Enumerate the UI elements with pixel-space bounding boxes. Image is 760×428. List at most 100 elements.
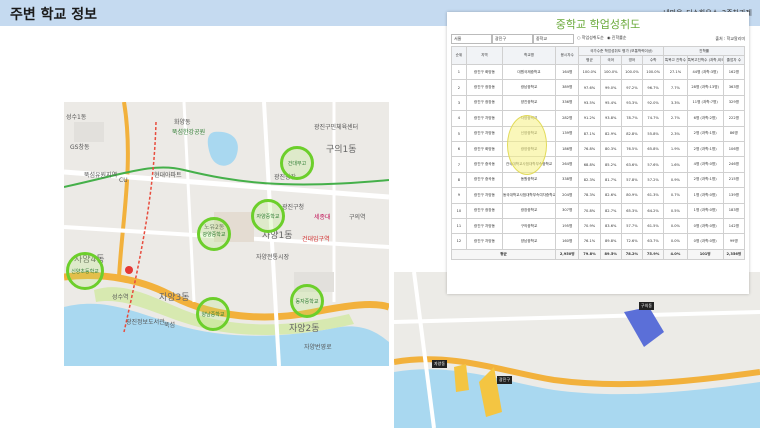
table-cell: 4 (451, 110, 467, 127)
map-label: 뚝섬한강공원 (172, 129, 206, 136)
table-cell: 61.5% (642, 217, 665, 235)
table-cell: 96.7% (642, 79, 665, 96)
table-cell: 85.2% (599, 156, 622, 173)
table-row[interactable]: 8 광진구 중곡동 동원중학교 338명 82.3% 81.7% 57.8% 57.2% 0.9… (451, 171, 746, 189)
table-cell: 81.7% (599, 171, 622, 189)
table-cell: 72.6% (620, 233, 644, 250)
table-cell: 100.0% (620, 63, 644, 81)
table-cell: 100.0% (599, 63, 622, 81)
table-cell: 139명 (722, 187, 746, 204)
table-cell: 6 (451, 140, 467, 158)
table-row[interactable]: 7광진구 중곡동건국대학교사범대학부속중학교264명68.8%85.2%63.6… (451, 156, 746, 173)
table-cell: 100.0% (642, 63, 665, 81)
table-cell: 광진구 중곡동 (465, 171, 503, 189)
table-cell: 87.1% (578, 125, 601, 142)
table-cell: 93.5% (578, 94, 601, 112)
col-header[interactable]: 순위 (451, 46, 467, 65)
table-cell: 264명 (555, 156, 580, 173)
school-marker[interactable]: 신양초등학교 (66, 252, 104, 290)
school-label: 동자중학교 (295, 299, 319, 306)
col-header[interactable]: 수학 (642, 55, 665, 65)
radio-advance[interactable]: ◉ 진학률순 (607, 35, 627, 41)
table-cell: 93.8% (599, 110, 622, 127)
table-cell: 57.8% (620, 171, 644, 189)
footer-cell: 75.9% (642, 248, 665, 260)
district-select[interactable]: 광진구 (492, 34, 533, 44)
map-marker[interactable]: 구의동 (639, 302, 655, 310)
table-cell: 164명 (555, 63, 580, 81)
school-marker[interactable]: 자양중학교 (251, 199, 285, 233)
table-cell: 338명 (555, 171, 580, 189)
city-select[interactable]: 서울 (451, 34, 492, 44)
table-cell: 363명 (722, 79, 746, 96)
table-row[interactable]: 3 광진구 광장동 양진중학교 336명 93.5% 95.4% 93.3% 92.0% 3.3… (451, 94, 746, 112)
table-cell: 동국대학교사범대학부속여자중학교 (501, 187, 557, 204)
table-cell: 95.4% (599, 94, 622, 112)
table-cell: 68.8% (578, 156, 601, 173)
table-cell: 3 (451, 94, 467, 112)
right-map[interactable]: 자양동 광진구 구의동 (394, 272, 760, 428)
school-marker[interactable]: 동자중학교 (290, 284, 324, 318)
table-cell: 1.9% (663, 140, 688, 158)
col-header[interactable]: 졸업자 수 (722, 55, 746, 65)
left-map[interactable]: 성수1동 GS창동 뚝섬유원지역 화양동 뚝섬한강공원 CU 현대아파트 성수역… (64, 102, 389, 366)
table-cell: 9 (451, 187, 467, 204)
table-cell: 대원국제중학교 (501, 63, 557, 81)
footer-cell: 101명 (686, 248, 724, 260)
table-cell: 2 (451, 79, 467, 96)
map-marker[interactable]: 광진구 (497, 376, 513, 384)
table-row[interactable]: 5광진구 자양동신양중학교139명87.1%82.9%82.8%55.8%2.3… (451, 125, 746, 142)
table-row[interactable]: 2 광진구 광장동 광남중학교 389명 97.6% 99.0% 97.2% 96.7% 7.7… (451, 79, 746, 96)
map-marker[interactable]: 자양동 (432, 360, 448, 368)
table-row[interactable]: 11 광진구 자양동 구의중학교 195명 70.9% 83.6% 57.7% 61.5% 0.… (451, 217, 746, 235)
table-cell: 142명 (722, 217, 746, 235)
school-type-select[interactable]: 중학교 (533, 34, 574, 44)
map-label: 자양전통시장 (256, 254, 290, 261)
map-label: 자양번영로 (304, 344, 332, 351)
col-header[interactable]: 영어 (620, 55, 644, 65)
table-cell: 광진구 광장동 (465, 202, 503, 219)
table-cell: 76.1% (578, 233, 601, 250)
col-header[interactable]: 특목고진학수 (과학,외국어,국제고) (686, 55, 724, 65)
table-cell: 78.3% (578, 187, 601, 204)
map-label: 광진정보도서관 (126, 319, 165, 326)
group-header: 진학률 (663, 46, 745, 56)
map-label: 자양3동 (159, 293, 190, 303)
col-header[interactable]: 지역 (465, 46, 503, 65)
table-cell: 광남중학교 (501, 79, 557, 96)
table-cell: 57.6% (642, 156, 665, 173)
table-cell: 7.7% (663, 79, 688, 96)
table-cell: 86명 (722, 125, 746, 142)
table-row[interactable]: 10 광진구 광장동 광장중학교 307명 70.8% 82.7% 65.3% 64.2% 0.… (451, 202, 746, 219)
table-cell: 106명 (722, 140, 746, 158)
table-row[interactable]: 9 광진구 자양동 동국대학교사범대학부속여자중학교 204명 78.3% 82.6% 80… (451, 187, 746, 204)
table-cell: 55.8% (642, 125, 665, 142)
radio-achievement[interactable]: ○ 학업성취도순 (577, 35, 604, 41)
table-cell: 0.7% (663, 187, 688, 204)
school-marker[interactable]: 건대부고 (280, 146, 314, 180)
table-cell: 8 (451, 171, 467, 189)
col-header[interactable]: 학교명 (501, 46, 557, 65)
table-cell: 0.0% (663, 217, 688, 235)
table-row[interactable]: 1 광진구 화양동 대원국제중학교 164명 100.0% 100.0% 100.0% 100… (451, 63, 746, 81)
table-cell: 82.7% (599, 202, 622, 219)
table-cell: 70.8% (578, 202, 601, 219)
table-cell: 44명 (과학:3명) (686, 63, 724, 81)
col-header[interactable]: 응시자수 (555, 46, 580, 65)
footer-cell: 79.8% (578, 248, 601, 260)
table-cell: 160명 (555, 233, 580, 250)
col-header[interactable]: 국어 (599, 55, 622, 65)
table-cell: 389명 (555, 79, 580, 96)
school-label: 신양초등학교 (71, 268, 99, 275)
school-marker[interactable]: 양남중학교 (196, 297, 230, 331)
table-cell: 65.8% (642, 140, 665, 158)
col-header[interactable]: 평균 (578, 55, 601, 65)
table-row[interactable]: 12 광진구 자양동 양남중학교 160명 76.1% 89.8% 72.6% 63.7% 0.… (451, 233, 746, 250)
table-cell: 광진구 광장동 (465, 94, 503, 112)
school-marker[interactable]: 광양중학교 (197, 217, 231, 251)
table-cell: 광장중학교 (501, 202, 557, 219)
group-header: 국가수준 학업성취도 평가 (보통학력이상) (578, 46, 665, 56)
col-header[interactable]: 특목고 진학수 (663, 55, 688, 65)
table-row[interactable]: 6광진구 화양동광양중학교186명76.8%80.3%76.5%65.8%1.9… (451, 140, 746, 158)
table-row[interactable]: 4광진구 자양동자양중학교282명91.2%93.8%78.7%74.7%2.7… (451, 110, 746, 127)
